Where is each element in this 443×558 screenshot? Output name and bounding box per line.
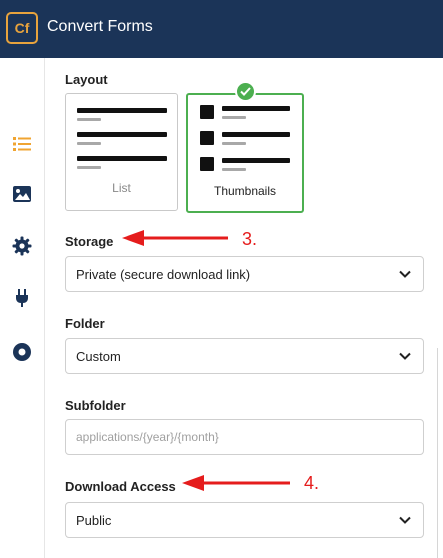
header-bar: Cf Convert Forms <box>0 0 443 58</box>
subfolder-input[interactable] <box>65 419 424 455</box>
app-logo: Cf <box>6 12 38 44</box>
chevron-down-icon <box>399 352 411 360</box>
annotation-arrow <box>182 475 290 491</box>
preview-thumbnail <box>200 157 214 171</box>
preview-line <box>222 106 290 111</box>
preview-thumbnail <box>200 105 214 119</box>
folder-value: Custom <box>76 349 121 364</box>
image-icon[interactable] <box>12 184 32 204</box>
annotation-label: 3. <box>242 229 258 249</box>
download-access-select[interactable]: Public <box>65 502 424 538</box>
preview-subline <box>222 142 246 145</box>
preview-subline <box>222 116 246 119</box>
annotation-label: 4. <box>304 473 320 493</box>
scrollbar-track[interactable] <box>437 348 438 558</box>
preview-subline <box>77 142 101 145</box>
preview-subline <box>77 166 101 169</box>
storage-value: Private (secure download link) <box>76 267 251 282</box>
app-title: Convert Forms <box>47 18 153 35</box>
annotation-arrow <box>122 230 228 246</box>
logo-text: Cf <box>14 20 30 36</box>
sidebar <box>0 58 45 558</box>
preview-subline <box>77 118 101 121</box>
download-access-value: Public <box>76 513 112 528</box>
folder-label: Folder <box>65 316 105 331</box>
list-icon[interactable] <box>12 134 32 154</box>
gear-icon[interactable] <box>12 236 32 256</box>
selected-check-icon <box>235 81 256 102</box>
preview-line <box>77 132 167 137</box>
layout-option-list[interactable]: List <box>65 93 178 211</box>
preview-thumbnail <box>200 131 214 145</box>
preview-subline <box>222 168 246 171</box>
circle-icon[interactable] <box>12 342 32 362</box>
layout-option-thumbnails[interactable]: Thumbnails <box>186 93 304 213</box>
preview-line <box>77 108 167 113</box>
subfolder-label: Subfolder <box>65 398 126 413</box>
preview-line <box>222 132 290 137</box>
download-access-label: Download Access <box>65 479 176 494</box>
plug-icon[interactable] <box>12 288 32 308</box>
chevron-down-icon <box>399 516 411 524</box>
layout-label: Layout <box>65 72 108 87</box>
layout-option-label: Thumbnails <box>213 184 277 198</box>
preview-line <box>222 158 290 163</box>
storage-select[interactable]: Private (secure download link) <box>65 256 424 292</box>
folder-select[interactable]: Custom <box>65 338 424 374</box>
preview-line <box>77 156 167 161</box>
layout-option-label: List <box>112 181 131 195</box>
storage-label: Storage <box>65 234 114 249</box>
chevron-down-icon <box>399 270 411 278</box>
